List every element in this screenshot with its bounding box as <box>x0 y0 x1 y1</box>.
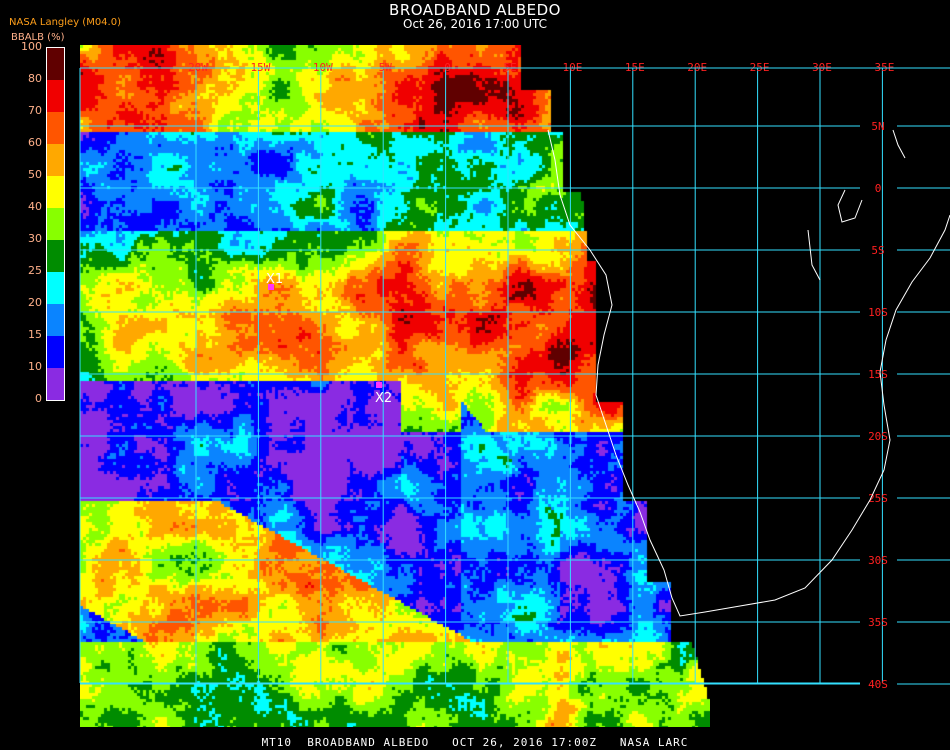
latitude-label: 15S <box>868 368 888 381</box>
lake-outlines <box>807 129 906 281</box>
location-marker <box>376 382 382 388</box>
marker-label: X1 <box>266 272 283 287</box>
africa-coastline <box>547 129 950 617</box>
latitude-label: 30S <box>868 554 888 567</box>
map-overlay: 20W15W10W5W05E10E15E20E25E30E35E5N05S10S… <box>79 61 950 691</box>
marker-label: X2 <box>375 391 392 406</box>
latitude-label: 10S <box>868 306 888 319</box>
latitude-label: 0 <box>875 182 882 195</box>
latitude-label: 20S <box>868 430 888 443</box>
latitude-label: 5N <box>871 120 884 133</box>
latitude-label: 35S <box>868 616 888 629</box>
footer-caption: MT10 BROADBAND ALBEDO OCT 26, 2016 17:00… <box>261 736 689 749</box>
latitude-label: 5S <box>871 244 884 257</box>
latitude-label: 40S <box>868 678 888 691</box>
